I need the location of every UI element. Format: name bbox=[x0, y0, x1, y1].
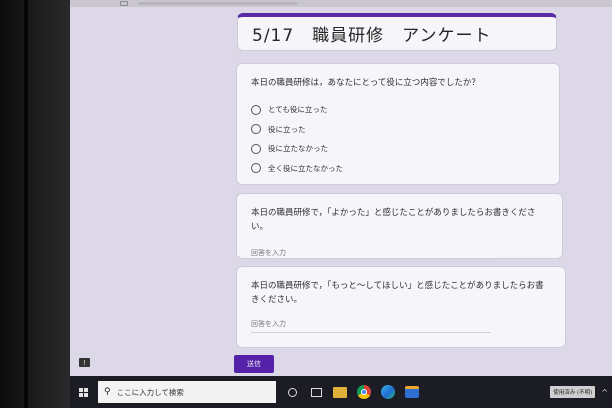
option-label: 全く役に立たなかった bbox=[268, 163, 343, 173]
option-label: 役に立たなかった bbox=[268, 144, 328, 154]
file-explorer-icon bbox=[333, 386, 347, 398]
radio-option[interactable]: とても役に立った bbox=[251, 100, 545, 120]
question-1-options: とても役に立った 役に立った 役に立たなかった 全く役に立たなかった bbox=[251, 100, 545, 178]
radio-button[interactable] bbox=[251, 104, 261, 115]
cortana-icon bbox=[287, 387, 297, 397]
url-lock-icon bbox=[120, 1, 128, 6]
radio-button[interactable] bbox=[251, 143, 261, 154]
search-icon: ⚲ bbox=[104, 387, 111, 397]
submit-button[interactable]: 送信 bbox=[234, 355, 274, 373]
radio-button[interactable] bbox=[251, 163, 261, 174]
radio-option[interactable]: 全く役に立たなかった bbox=[251, 159, 545, 179]
system-tray: 使用済み (不明) ^ bbox=[550, 386, 608, 398]
form-title: 5/17 職員研修 アンケート bbox=[252, 26, 492, 46]
tray-chevron-icon[interactable]: ^ bbox=[601, 388, 608, 397]
cortana-button[interactable] bbox=[284, 384, 300, 400]
windows-start-icon bbox=[78, 387, 88, 397]
radio-option[interactable]: 役に立たなかった bbox=[251, 139, 545, 159]
edge-button[interactable] bbox=[380, 384, 396, 400]
edge-icon bbox=[381, 385, 395, 399]
question-card-3: 本日の職員研修で，「もっと～してほしい」と感じたことがありましたらお書きください… bbox=[236, 266, 566, 348]
question-3-text: 本日の職員研修で，「もっと～してほしい」と感じたことがありましたらお書きください… bbox=[251, 281, 544, 305]
question-2-text: 本日の職員研修で，「よかった」と感じたことがありましたらお書きください。 bbox=[251, 208, 536, 232]
app-icon bbox=[405, 386, 419, 398]
chrome-button[interactable] bbox=[356, 384, 372, 400]
file-explorer-button[interactable] bbox=[332, 384, 348, 400]
app-button[interactable] bbox=[404, 384, 420, 400]
search-placeholder: ここに入力して検索 bbox=[116, 387, 184, 397]
form-content: 5/17 職員研修 アンケート 本日の職員研修は，あなたにとって役に立つ内容でし… bbox=[70, 7, 612, 376]
screen: 5/17 職員研修 アンケート 本日の職員研修は，あなたにとって役に立つ内容でし… bbox=[70, 0, 612, 408]
radio-button[interactable] bbox=[251, 124, 261, 135]
question-card-2: 本日の職員研修で，「よかった」と感じたことがありましたらお書きください。 回答を… bbox=[236, 193, 563, 262]
answer-input-3[interactable]: 回答を入力 bbox=[251, 319, 491, 333]
windows-taskbar: ⚲ ここに入力して検索 使用済み (不明) ^ bbox=[70, 376, 612, 408]
chrome-icon bbox=[357, 385, 371, 399]
answer-input-2[interactable]: 回答を入力 bbox=[251, 248, 491, 262]
start-button[interactable] bbox=[70, 376, 96, 408]
feedback-icon[interactable]: ! bbox=[79, 358, 90, 367]
ime-status[interactable]: 使用済み (不明) bbox=[550, 386, 596, 398]
question-card-1: 本日の職員研修は，あなたにとって役に立つ内容でしたか？ とても役に立った 役に立… bbox=[236, 63, 560, 185]
tablet-bezel bbox=[0, 0, 70, 408]
browser-address-bar[interactable] bbox=[70, 0, 612, 7]
radio-option[interactable]: 役に立った bbox=[251, 120, 545, 140]
option-label: 役に立った bbox=[268, 124, 306, 134]
task-view-button[interactable] bbox=[308, 384, 324, 400]
url-text-blur bbox=[138, 2, 298, 5]
taskbar-search-box[interactable]: ⚲ ここに入力して検索 bbox=[98, 381, 276, 403]
option-label: とても役に立った bbox=[268, 105, 328, 115]
question-1-text: 本日の職員研修は，あなたにとって役に立つ内容でしたか？ bbox=[251, 78, 480, 88]
form-title-card: 5/17 職員研修 アンケート bbox=[237, 13, 557, 51]
task-view-icon bbox=[310, 387, 322, 397]
tablet-bezel-edge bbox=[24, 0, 28, 408]
